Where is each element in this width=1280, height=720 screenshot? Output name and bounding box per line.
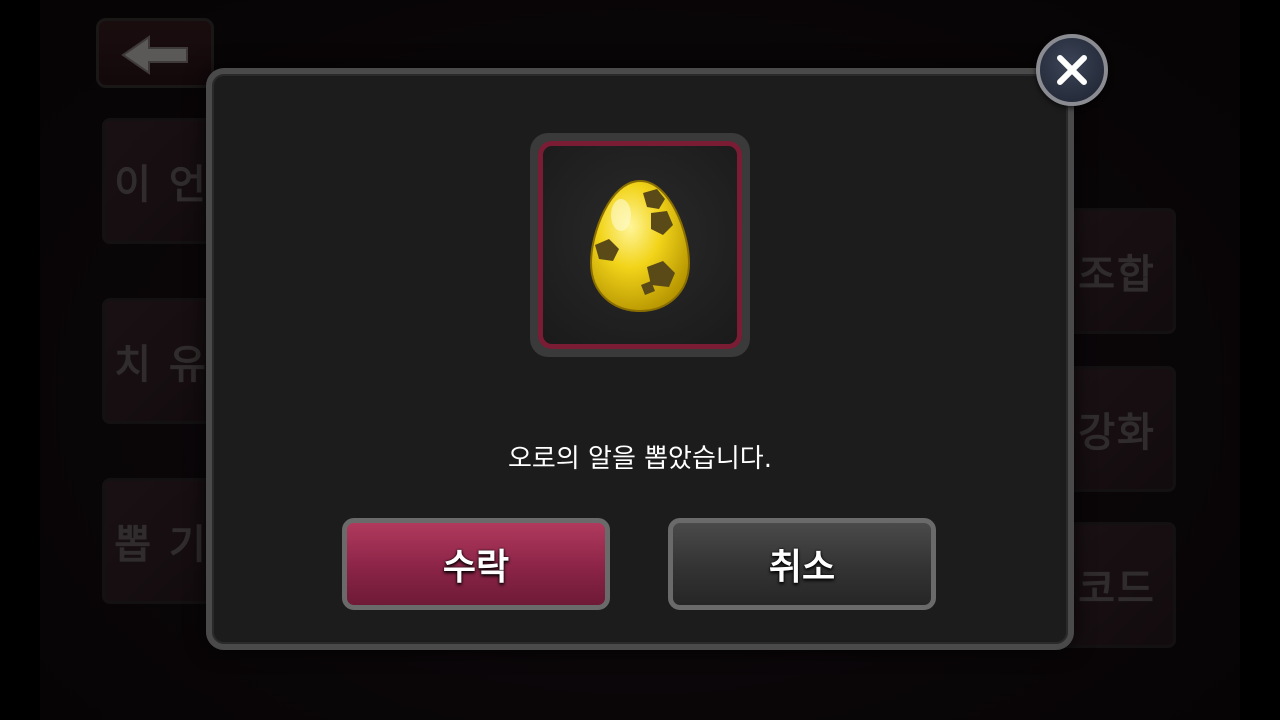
close-button[interactable] bbox=[1036, 34, 1108, 106]
item-slot bbox=[530, 133, 750, 357]
item-slot-inner bbox=[538, 141, 742, 349]
cancel-button-label: 취소 bbox=[768, 547, 836, 588]
yellow-egg-icon bbox=[589, 179, 691, 313]
cancel-button[interactable]: 취소 bbox=[668, 518, 936, 610]
accept-button[interactable]: 수락 bbox=[342, 518, 610, 610]
reward-message: 오로의 알을 뽑았습니다. bbox=[508, 444, 772, 474]
accept-button-label: 수락 bbox=[442, 547, 510, 588]
close-icon bbox=[1057, 55, 1087, 85]
